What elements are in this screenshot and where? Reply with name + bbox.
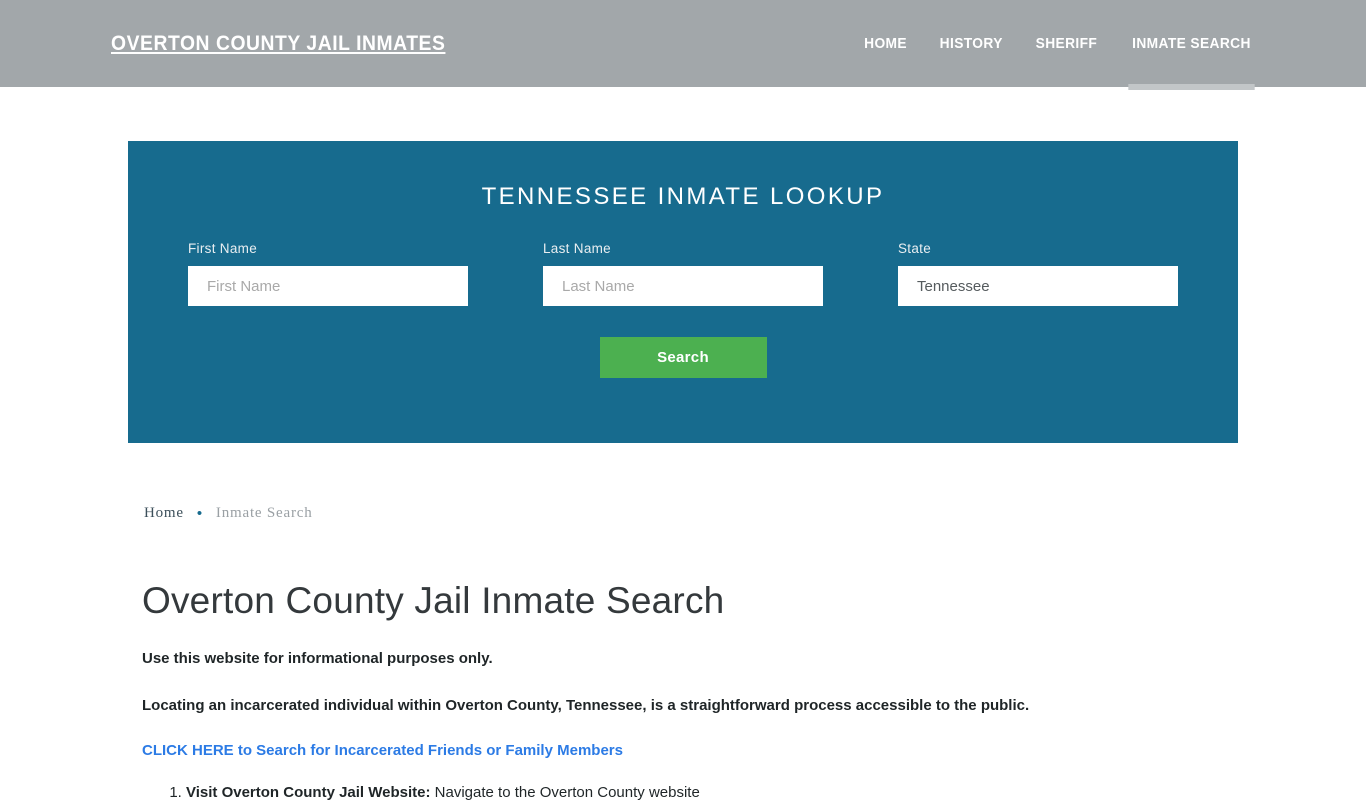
page-title: Overton County Jail Inmate Search (142, 580, 725, 621)
state-field-group: State (898, 241, 1178, 306)
nav-item-home[interactable]: HOME (864, 0, 907, 87)
last-name-label: Last Name (543, 241, 611, 256)
breadcrumb-item-current: Inmate Search (215, 505, 313, 521)
nav-item-history[interactable]: HISTORY (939, 0, 1002, 87)
last-name-field-group: Last Name (543, 241, 823, 306)
list-item: Visit Overton County Jail Website: Navig… (186, 782, 1232, 804)
nav-item-sheriff[interactable]: SHERIFF (1036, 0, 1098, 87)
main-navigation: HOME HISTORY SHERIFF INMATE SEARCH (863, 0, 1255, 90)
search-button[interactable]: Search (599, 337, 767, 378)
steps-list: Visit Overton County Jail Website: Navig… (142, 782, 1232, 804)
article-paragraph-2: Locating an incarcerated individual with… (142, 697, 1030, 715)
first-name-label: First Name (188, 241, 258, 256)
breadcrumb-item-home[interactable]: Home (144, 505, 184, 522)
article-paragraph-1: Use this website for informational purpo… (142, 650, 493, 668)
site-logo[interactable]: OVERTON COUNTY JAIL INMATES (111, 32, 445, 56)
first-name-field-group: First Name (188, 241, 468, 306)
nav-item-inmate-search[interactable]: INMATE SEARCH (1128, 0, 1255, 90)
inmate-search-cta-link[interactable]: CLICK HERE to Search for Incarcerated Fr… (142, 742, 623, 759)
step-title: Visit Overton County Jail Website: (186, 784, 431, 802)
breadcrumb: Home • Inmate Search (144, 505, 313, 522)
step-description: Navigate to the Overton County website (430, 784, 700, 802)
article-content: Overton County Jail Inmate Search Use th… (142, 578, 1232, 804)
state-label: State (898, 241, 932, 256)
lookup-title: TENNESSEE INMATE LOOKUP (481, 183, 885, 210)
last-name-input[interactable] (543, 266, 823, 306)
lookup-submit-row: Search (128, 337, 1238, 378)
lookup-fields-row: First Name Last Name State (128, 241, 1238, 306)
inmate-lookup-panel: TENNESSEE INMATE LOOKUP First Name Last … (128, 141, 1238, 443)
first-name-input[interactable] (188, 266, 468, 306)
state-select[interactable] (898, 266, 1178, 306)
breadcrumb-separator-icon: • (196, 505, 203, 522)
site-header: OVERTON COUNTY JAIL INMATES HOME HISTORY… (0, 0, 1366, 90)
